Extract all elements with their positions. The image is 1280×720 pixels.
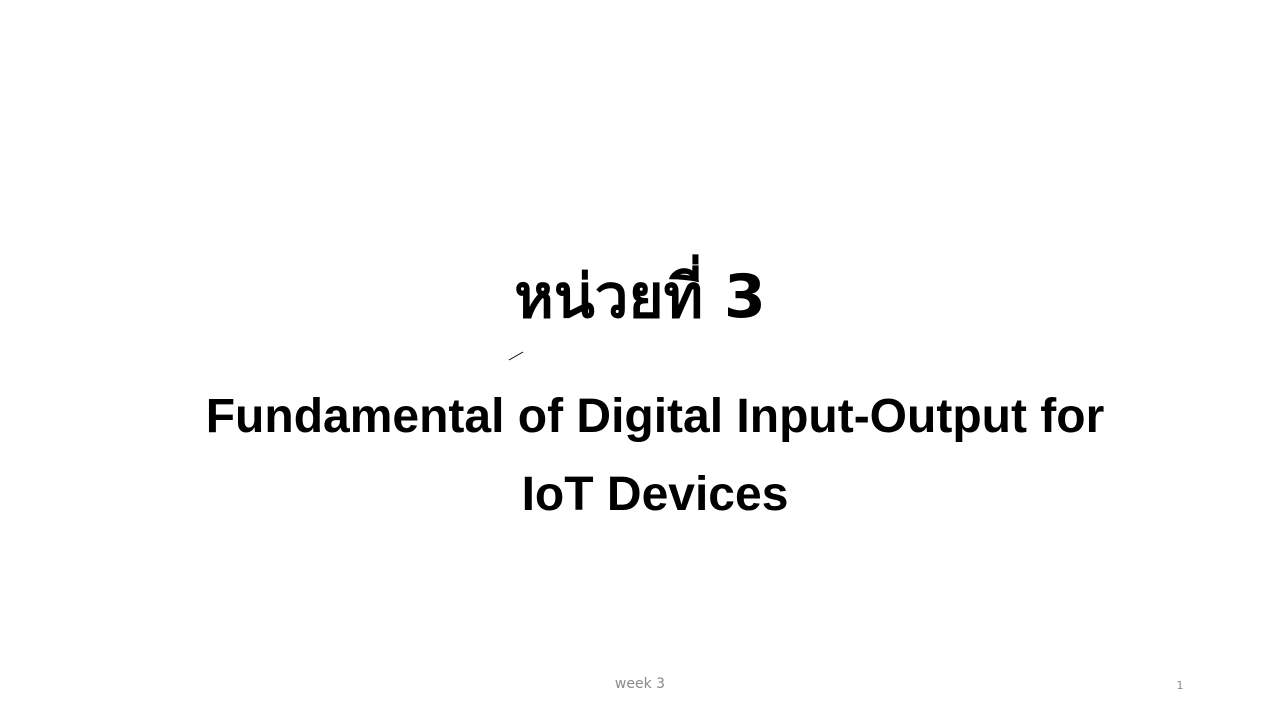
slide-number: 1: [1176, 679, 1184, 692]
pen-stroke-mark: [508, 351, 524, 361]
slide-canvas: หน่วยที่ 3 Fundamental of Digital Input-…: [0, 0, 1280, 720]
subtitle-line-2: IoT Devices: [521, 468, 789, 521]
slide-title: หน่วยที่ 3: [514, 262, 766, 332]
subtitle-line-1: Fundamental of Digital Input-Output for: [205, 390, 1105, 443]
slide-footer: week 3: [614, 676, 666, 692]
slide-subtitle: Fundamental of Digital Input-Output for …: [140, 378, 1170, 534]
